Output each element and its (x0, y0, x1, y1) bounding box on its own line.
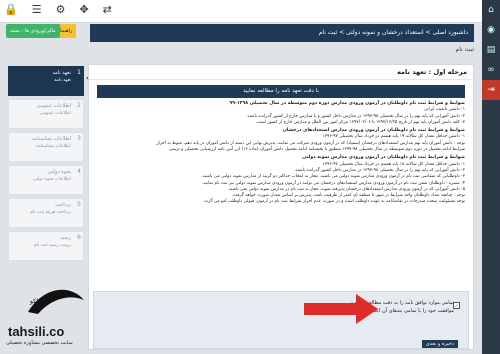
settings-icon[interactable]: ⚙ (56, 3, 66, 17)
terms-panel: مرحله اول : تعهد نامه با دقت تعهد نامه ر… (88, 64, 474, 350)
step-subtitle: پرداخت هزینه ثبت نام (30, 210, 71, 215)
step-title: اطلاعات عمومی (36, 103, 71, 109)
logout-icon[interactable]: ⇥ (482, 80, 500, 100)
terms-line: ۳- کلیه دانش آموزان پایه نهم از تاریخ ۱۳… (255, 119, 465, 125)
step-title: رسید (60, 235, 71, 241)
terms-text: ضوابط و شرایط ثبت نام داوطلبان در آزمون … (97, 101, 465, 206)
logo-tagline: سایت تخصصی مشاوره تحصیلی (6, 340, 73, 346)
panel-heading: مرحله اول : تعهد نامه (89, 65, 473, 80)
step-number: 2 (77, 102, 81, 109)
page-title: ثبت نام (455, 46, 475, 53)
red-arrow-right-icon (304, 294, 378, 324)
swap-icon[interactable]: ⇄ (103, 3, 112, 17)
step-number: 3 (77, 135, 81, 142)
step-number: 6 (77, 234, 81, 241)
logo-brand: tahsili.co (8, 324, 65, 339)
right-sidebar-nav: ⌂ ◉ ▤ ∞ ⇥ (482, 0, 500, 354)
breadcrumb: داشبورد اصلی > استعداد درخشان و نمونه دو… (90, 24, 474, 42)
agreement-box: ✓ تمامی موارد توافق نامه را به دقت مطالع… (93, 291, 469, 349)
user-icon[interactable]: ◉ (482, 20, 500, 40)
logo-persian-name: تحصیلکو (30, 298, 51, 305)
save-next-button[interactable]: ذخیره و بعدی (421, 340, 458, 348)
document-icon[interactable]: ▤ (482, 40, 500, 60)
step-title: نحوه دولتی (47, 169, 71, 175)
top-toolbar: 🔒 ☰ ⚙ ✥ ⇄ (0, 0, 482, 23)
step-title: تعهد نامه (52, 70, 71, 76)
step-number: 4 (77, 168, 81, 175)
step-4[interactable]: 4 نحوه دولتی اطلاعات نحوه دولتی (8, 165, 84, 195)
home-icon[interactable]: ⌂ (482, 0, 500, 20)
step-6[interactable]: 6 رسید پرینت رسید ثبت نام (8, 231, 84, 261)
step-5[interactable]: 5 پرداخت پرداخت هزینه ثبت نام (8, 198, 84, 228)
step-2[interactable]: 2 اطلاعات عمومی اطلاعات عمومی (8, 99, 84, 129)
terms-line: شرایط ادامه تحصیل در دوره دوم متوسطه در … (168, 147, 465, 153)
link-icon[interactable]: ∞ (482, 60, 500, 80)
lock-icon[interactable]: 🔒 (4, 3, 18, 17)
step-3[interactable]: 3 اطلاعات شناسنامه اطلاعات شناسنامه (8, 132, 84, 162)
hamburger-icon[interactable]: ☰ (32, 3, 42, 17)
step-number: 5 (77, 201, 81, 208)
step-subtitle: اطلاعات نحوه دولتی (32, 177, 71, 182)
read-notice-banner: با دقت تعهد نامه را مطالعه نمایید (97, 85, 465, 98)
step-1[interactable]: 1 تعهد نامه تعهد نامه (8, 66, 84, 96)
step-subtitle: پرینت رسید ثبت نام (33, 243, 71, 248)
step-subtitle: تعهد نامه (54, 78, 71, 83)
terms-line: توجه مسئولیت صحت مندرجات در تقاضانامه به… (202, 199, 465, 205)
step-subtitle: اطلاعات عمومی (39, 111, 71, 116)
agree-checkbox[interactable]: ✓ (453, 302, 460, 309)
finance-status-button[interactable]: مالی/ورودی ها : بسته (6, 24, 60, 38)
steps-sidebar: 1 تعهد نامه تعهد نامه 2 اطلاعات عمومی اط… (8, 66, 84, 264)
step-number: 1 (77, 69, 81, 76)
toolbar-icons: 🔒 ☰ ⚙ ✥ ⇄ (4, 3, 112, 17)
watermark-logo: تحصیلکو tahsili.co سایت تخصصی مشاوره تحص… (6, 276, 96, 350)
step-title: اطلاعات شناسنامه (32, 136, 71, 142)
move-icon[interactable]: ✥ (79, 3, 88, 17)
step-subtitle: اطلاعات شناسنامه (35, 144, 71, 149)
step-title: پرداخت (55, 202, 71, 208)
